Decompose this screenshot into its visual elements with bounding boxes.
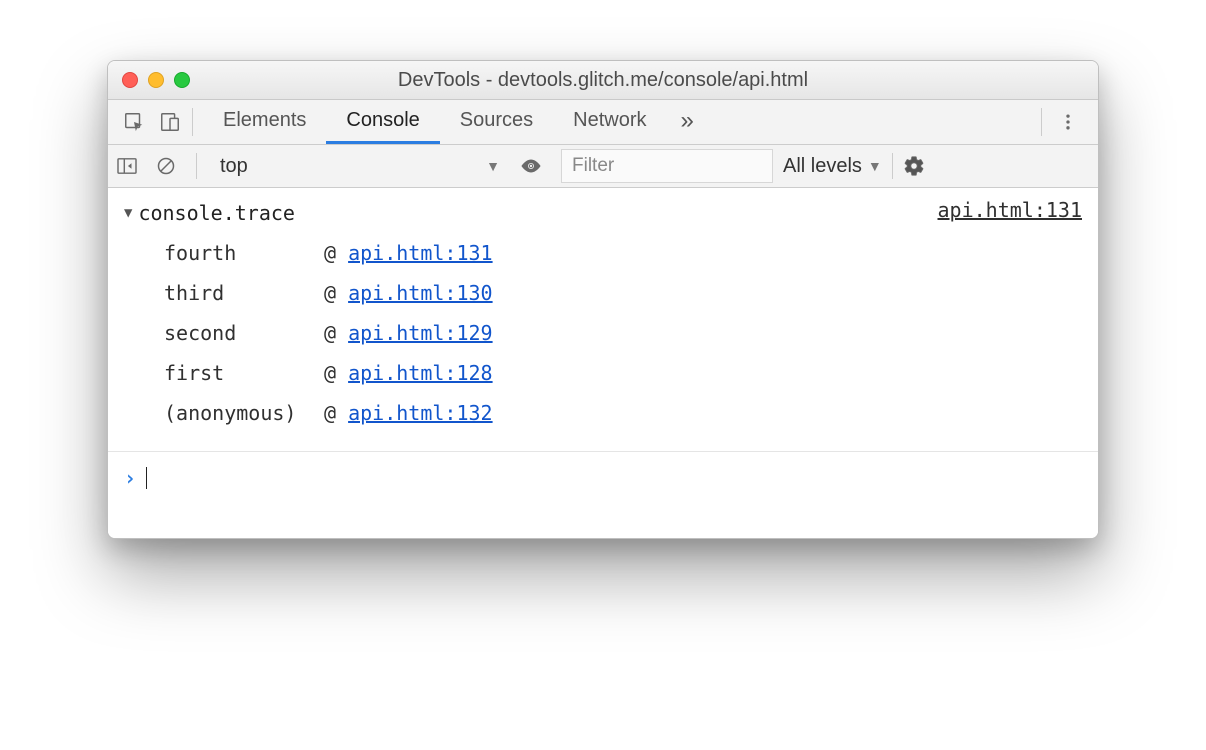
separator [892,153,893,179]
panel-tabs: Elements Console Sources Network » [197,100,1037,144]
chevron-down-icon: ▼ [486,158,500,174]
log-levels-dropdown[interactable]: All levels ▼ [783,155,882,178]
stack-frame-source-link[interactable]: api.html:128 [348,353,493,393]
tab-network[interactable]: Network [553,100,666,144]
close-window-icon[interactable] [122,72,138,88]
message-source-link[interactable]: api.html:131 [938,198,1083,222]
console-sidebar-toggle-icon[interactable] [116,157,146,175]
console-toolbar: top ▼ All levels ▼ [108,145,1098,188]
prompt-chevron-icon: › [124,466,136,490]
stack-frame-function: fourth [164,233,324,273]
stack-frame: fourth @ api.html:131 [164,233,1082,273]
stack-frame: first @ api.html:128 [164,353,1082,393]
text-cursor [146,467,147,489]
device-toolbar-icon[interactable] [152,100,188,144]
chevron-down-icon: ▼ [868,158,882,174]
log-levels-label: All levels [783,155,862,178]
console-output: ▼ console.trace api.html:131 fourth @ ap… [108,188,1098,538]
console-message: ▼ console.trace api.html:131 [124,198,1082,225]
at-glyph: @ [324,273,336,313]
tab-console[interactable]: Console [326,100,439,144]
stack-frame-function: second [164,313,324,353]
zoom-window-icon[interactable] [174,72,190,88]
stack-frame-function: first [164,353,324,393]
tab-sources[interactable]: Sources [440,100,553,144]
at-glyph: @ [324,393,336,433]
stack-frame: (anonymous) @ api.html:132 [164,393,1082,433]
traffic-lights [122,72,190,88]
separator [1041,108,1042,136]
window-title: DevTools - devtools.glitch.me/console/ap… [108,69,1098,92]
devtools-window: DevTools - devtools.glitch.me/console/ap… [107,60,1099,539]
separator [192,108,193,136]
disclosure-triangle-icon[interactable]: ▼ [124,205,132,221]
console-settings-icon[interactable] [903,155,935,177]
stack-frame-source-link[interactable]: api.html:130 [348,273,493,313]
stack-frame: second @ api.html:129 [164,313,1082,353]
context-selector[interactable]: top ▼ [207,151,509,181]
console-prompt[interactable]: › [124,466,1082,490]
minimize-window-icon[interactable] [148,72,164,88]
at-glyph: @ [324,353,336,393]
clear-console-icon[interactable] [156,156,186,176]
titlebar: DevTools - devtools.glitch.me/console/ap… [108,61,1098,100]
stack-frame-source-link[interactable]: api.html:132 [348,393,493,433]
kebab-menu-icon[interactable] [1046,100,1090,144]
at-glyph: @ [324,313,336,353]
stack-frame-source-link[interactable]: api.html:131 [348,233,493,273]
stack-frame-function: (anonymous) [164,393,324,433]
tab-elements[interactable]: Elements [203,100,326,144]
stack-frame-function: third [164,273,324,313]
inspect-element-icon[interactable] [116,100,152,144]
stack-frame: third @ api.html:130 [164,273,1082,313]
filter-input[interactable] [561,149,773,183]
tabs-overflow[interactable]: » [667,100,708,144]
trace-label: console.trace [138,201,295,225]
separator [196,153,197,179]
message-separator [108,451,1098,452]
at-glyph: @ [324,233,336,273]
live-expression-icon[interactable] [519,158,551,174]
stack-frame-source-link[interactable]: api.html:129 [348,313,493,353]
devtools-toolbar: Elements Console Sources Network » [108,100,1098,145]
stack-trace: fourth @ api.html:131 third @ api.html:1… [164,233,1082,433]
context-selector-label: top [220,155,248,178]
